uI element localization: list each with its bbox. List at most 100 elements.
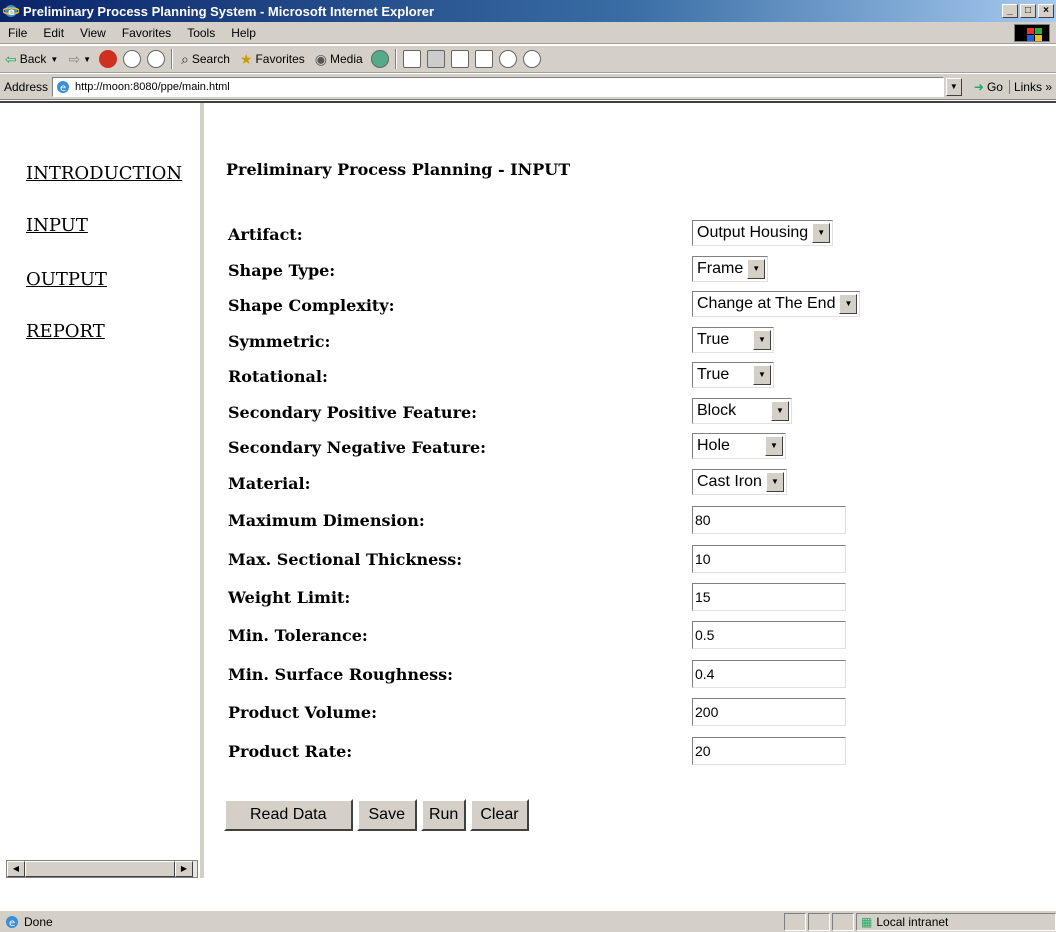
maximum-dimension-label: Maximum Dimension: xyxy=(228,511,425,530)
artifact-select[interactable]: Output Housing ▼ xyxy=(692,220,834,246)
navigation-frame: INTRODUCTION INPUT OUTPUT REPORT ◀ ▶ xyxy=(0,103,204,878)
menu-favorites[interactable]: Favorites xyxy=(114,26,179,40)
forward-button[interactable]: ⇨ ▼ xyxy=(63,47,96,71)
nav-link-report[interactable]: REPORT xyxy=(26,321,105,342)
symmetric-label: Symmetric: xyxy=(228,332,331,351)
page-content: INTRODUCTION INPUT OUTPUT REPORT ◀ ▶ Pre… xyxy=(0,101,1056,878)
user-icon[interactable] xyxy=(522,50,541,68)
rotational-select[interactable]: True ▼ xyxy=(692,362,774,388)
stop-icon[interactable] xyxy=(99,50,117,68)
nav-link-output[interactable]: OUTPUT xyxy=(26,269,107,290)
edit-icon[interactable] xyxy=(450,50,469,68)
min-tolerance-input[interactable] xyxy=(692,621,846,649)
horizontal-scrollbar[interactable]: ◀ ▶ xyxy=(6,860,198,878)
menu-view[interactable]: View xyxy=(72,26,114,40)
address-label: Address xyxy=(4,79,49,94)
product-rate-label: Product Rate: xyxy=(228,742,353,761)
chevron-down-icon: ▼ xyxy=(753,330,771,350)
go-button[interactable]: ➜ Go xyxy=(968,80,1009,94)
page-icon: e xyxy=(57,80,70,94)
artifact-label: Artifact: xyxy=(228,225,303,244)
symmetric-row: Symmetric: True ▼ xyxy=(228,327,1048,357)
status-cell xyxy=(808,912,830,931)
rotational-label: Rotational: xyxy=(228,367,328,386)
search-icon: ⌕ xyxy=(181,50,189,67)
min-surface-roughness-label: Min. Surface Roughness: xyxy=(228,665,454,684)
page-done-icon: e xyxy=(6,915,18,929)
chevron-down-icon: ▼ xyxy=(50,54,59,64)
nav-link-introduction[interactable]: INTRODUCTION xyxy=(26,163,182,184)
shape-complexity-select[interactable]: Change at The End ▼ xyxy=(692,291,861,317)
product-volume-input[interactable] xyxy=(692,698,846,726)
secondary-positive-feature-select[interactable]: Block ▼ xyxy=(692,398,792,424)
history-icon[interactable] xyxy=(370,50,389,68)
material-select[interactable]: Cast Iron ▼ xyxy=(692,469,787,495)
chevron-down-icon: ▼ xyxy=(765,436,783,456)
address-dropdown-button[interactable]: ▼ xyxy=(945,77,962,96)
discuss-icon[interactable] xyxy=(474,50,493,68)
scroll-thumb[interactable] xyxy=(25,861,175,877)
print-icon[interactable] xyxy=(426,50,445,68)
scroll-right-icon[interactable]: ▶ xyxy=(175,861,193,877)
symmetric-select[interactable]: True ▼ xyxy=(692,327,774,353)
maximum-dimension-input[interactable] xyxy=(692,506,846,534)
clear-button[interactable]: Clear xyxy=(470,799,529,831)
run-button[interactable]: Run xyxy=(420,799,467,831)
chevron-down-icon: ▼ xyxy=(771,401,789,421)
svg-text:e: e xyxy=(8,7,15,18)
menu-edit[interactable]: Edit xyxy=(35,26,72,40)
max-sectional-thickness-input[interactable] xyxy=(692,545,846,573)
favorites-button[interactable]: ★ Favorites xyxy=(235,47,310,71)
search-button[interactable]: ⌕ Search xyxy=(176,47,235,71)
status-cell xyxy=(784,912,806,931)
links-button[interactable]: Links » xyxy=(1008,79,1056,94)
read-data-button[interactable]: Read Data xyxy=(224,799,353,831)
svg-text:e: e xyxy=(9,918,15,929)
address-url: http://moon:8080/ppe/main.html xyxy=(75,80,230,93)
chevron-down-icon: ▼ xyxy=(812,223,831,243)
maximum-dimension-row: Maximum Dimension: xyxy=(228,506,1048,536)
form-buttons: Read Data Save Run Clear xyxy=(224,799,533,831)
maximize-button[interactable]: □ xyxy=(1020,4,1036,18)
chevron-down-icon: ▼ xyxy=(747,259,766,279)
back-button[interactable]: ⇦ Back ▼ xyxy=(0,47,63,71)
standard-toolbar: ⇦ Back ▼ ⇨ ▼ ⌕ Search ★ Favorites ◉ Medi… xyxy=(0,45,1056,73)
windows-logo-icon xyxy=(1014,24,1050,42)
menu-help[interactable]: Help xyxy=(223,26,264,40)
secondary-negative-feature-select[interactable]: Hole ▼ xyxy=(692,433,786,459)
close-button[interactable]: × xyxy=(1038,4,1054,18)
media-button[interactable]: ◉ Media xyxy=(310,47,368,71)
min-surface-roughness-row: Min. Surface Roughness: xyxy=(228,660,1048,690)
shape-type-row: Shape Type: Frame ▼ xyxy=(228,256,1048,286)
secondary-positive-feature-row: Secondary Positive Feature: Block ▼ xyxy=(228,398,1048,428)
save-button[interactable]: Save xyxy=(356,799,417,831)
address-input[interactable]: e http://moon:8080/ppe/main.html xyxy=(52,76,944,97)
product-rate-row: Product Rate: xyxy=(228,737,1048,767)
mail-icon[interactable] xyxy=(402,50,421,68)
shape-type-label: Shape Type: xyxy=(228,261,336,280)
shape-type-select[interactable]: Frame ▼ xyxy=(692,256,769,282)
artifact-row: Artifact: Output Housing ▼ xyxy=(228,220,1048,250)
minimize-button[interactable]: _ xyxy=(1002,4,1018,18)
min-tolerance-label: Min. Tolerance: xyxy=(228,626,368,645)
min-surface-roughness-input[interactable] xyxy=(692,660,846,688)
secondary-positive-feature-label: Secondary Positive Feature: xyxy=(228,403,478,422)
svg-text:e: e xyxy=(60,83,66,94)
secondary-negative-feature-row: Secondary Negative Feature: Hole ▼ xyxy=(228,433,1048,463)
product-volume-label: Product Volume: xyxy=(228,703,377,722)
input-frame: Preliminary Process Planning - INPUT Art… xyxy=(208,103,1056,878)
menu-tools[interactable]: Tools xyxy=(179,26,223,40)
menu-file[interactable]: File xyxy=(0,26,35,40)
product-rate-input[interactable] xyxy=(692,737,846,765)
toolbar-separator xyxy=(171,49,173,69)
media-icon: ◉ xyxy=(314,50,328,67)
refresh-icon[interactable] xyxy=(123,50,141,68)
home-icon[interactable] xyxy=(147,50,165,68)
messenger-icon[interactable] xyxy=(498,50,517,68)
weight-limit-input[interactable] xyxy=(692,583,846,611)
scroll-left-icon[interactable]: ◀ xyxy=(7,861,25,877)
nav-link-input[interactable]: INPUT xyxy=(26,215,88,236)
toolbar-separator xyxy=(394,49,397,69)
material-row: Material: Cast Iron ▼ xyxy=(228,469,1048,499)
intranet-icon: ▦ xyxy=(861,914,873,929)
